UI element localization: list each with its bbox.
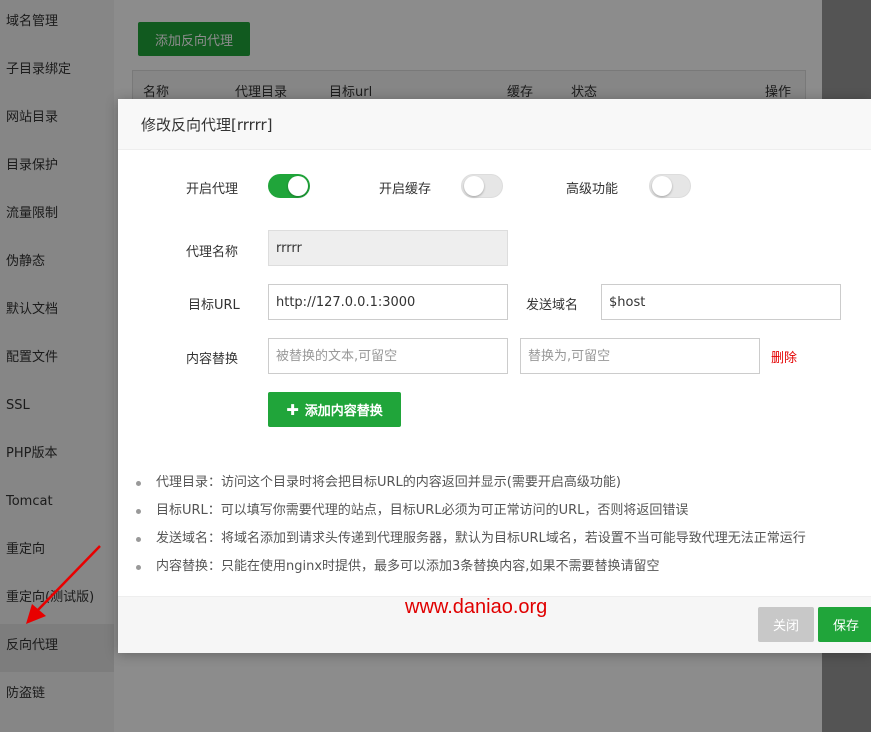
annotation-arrow-icon [26, 545, 101, 624]
